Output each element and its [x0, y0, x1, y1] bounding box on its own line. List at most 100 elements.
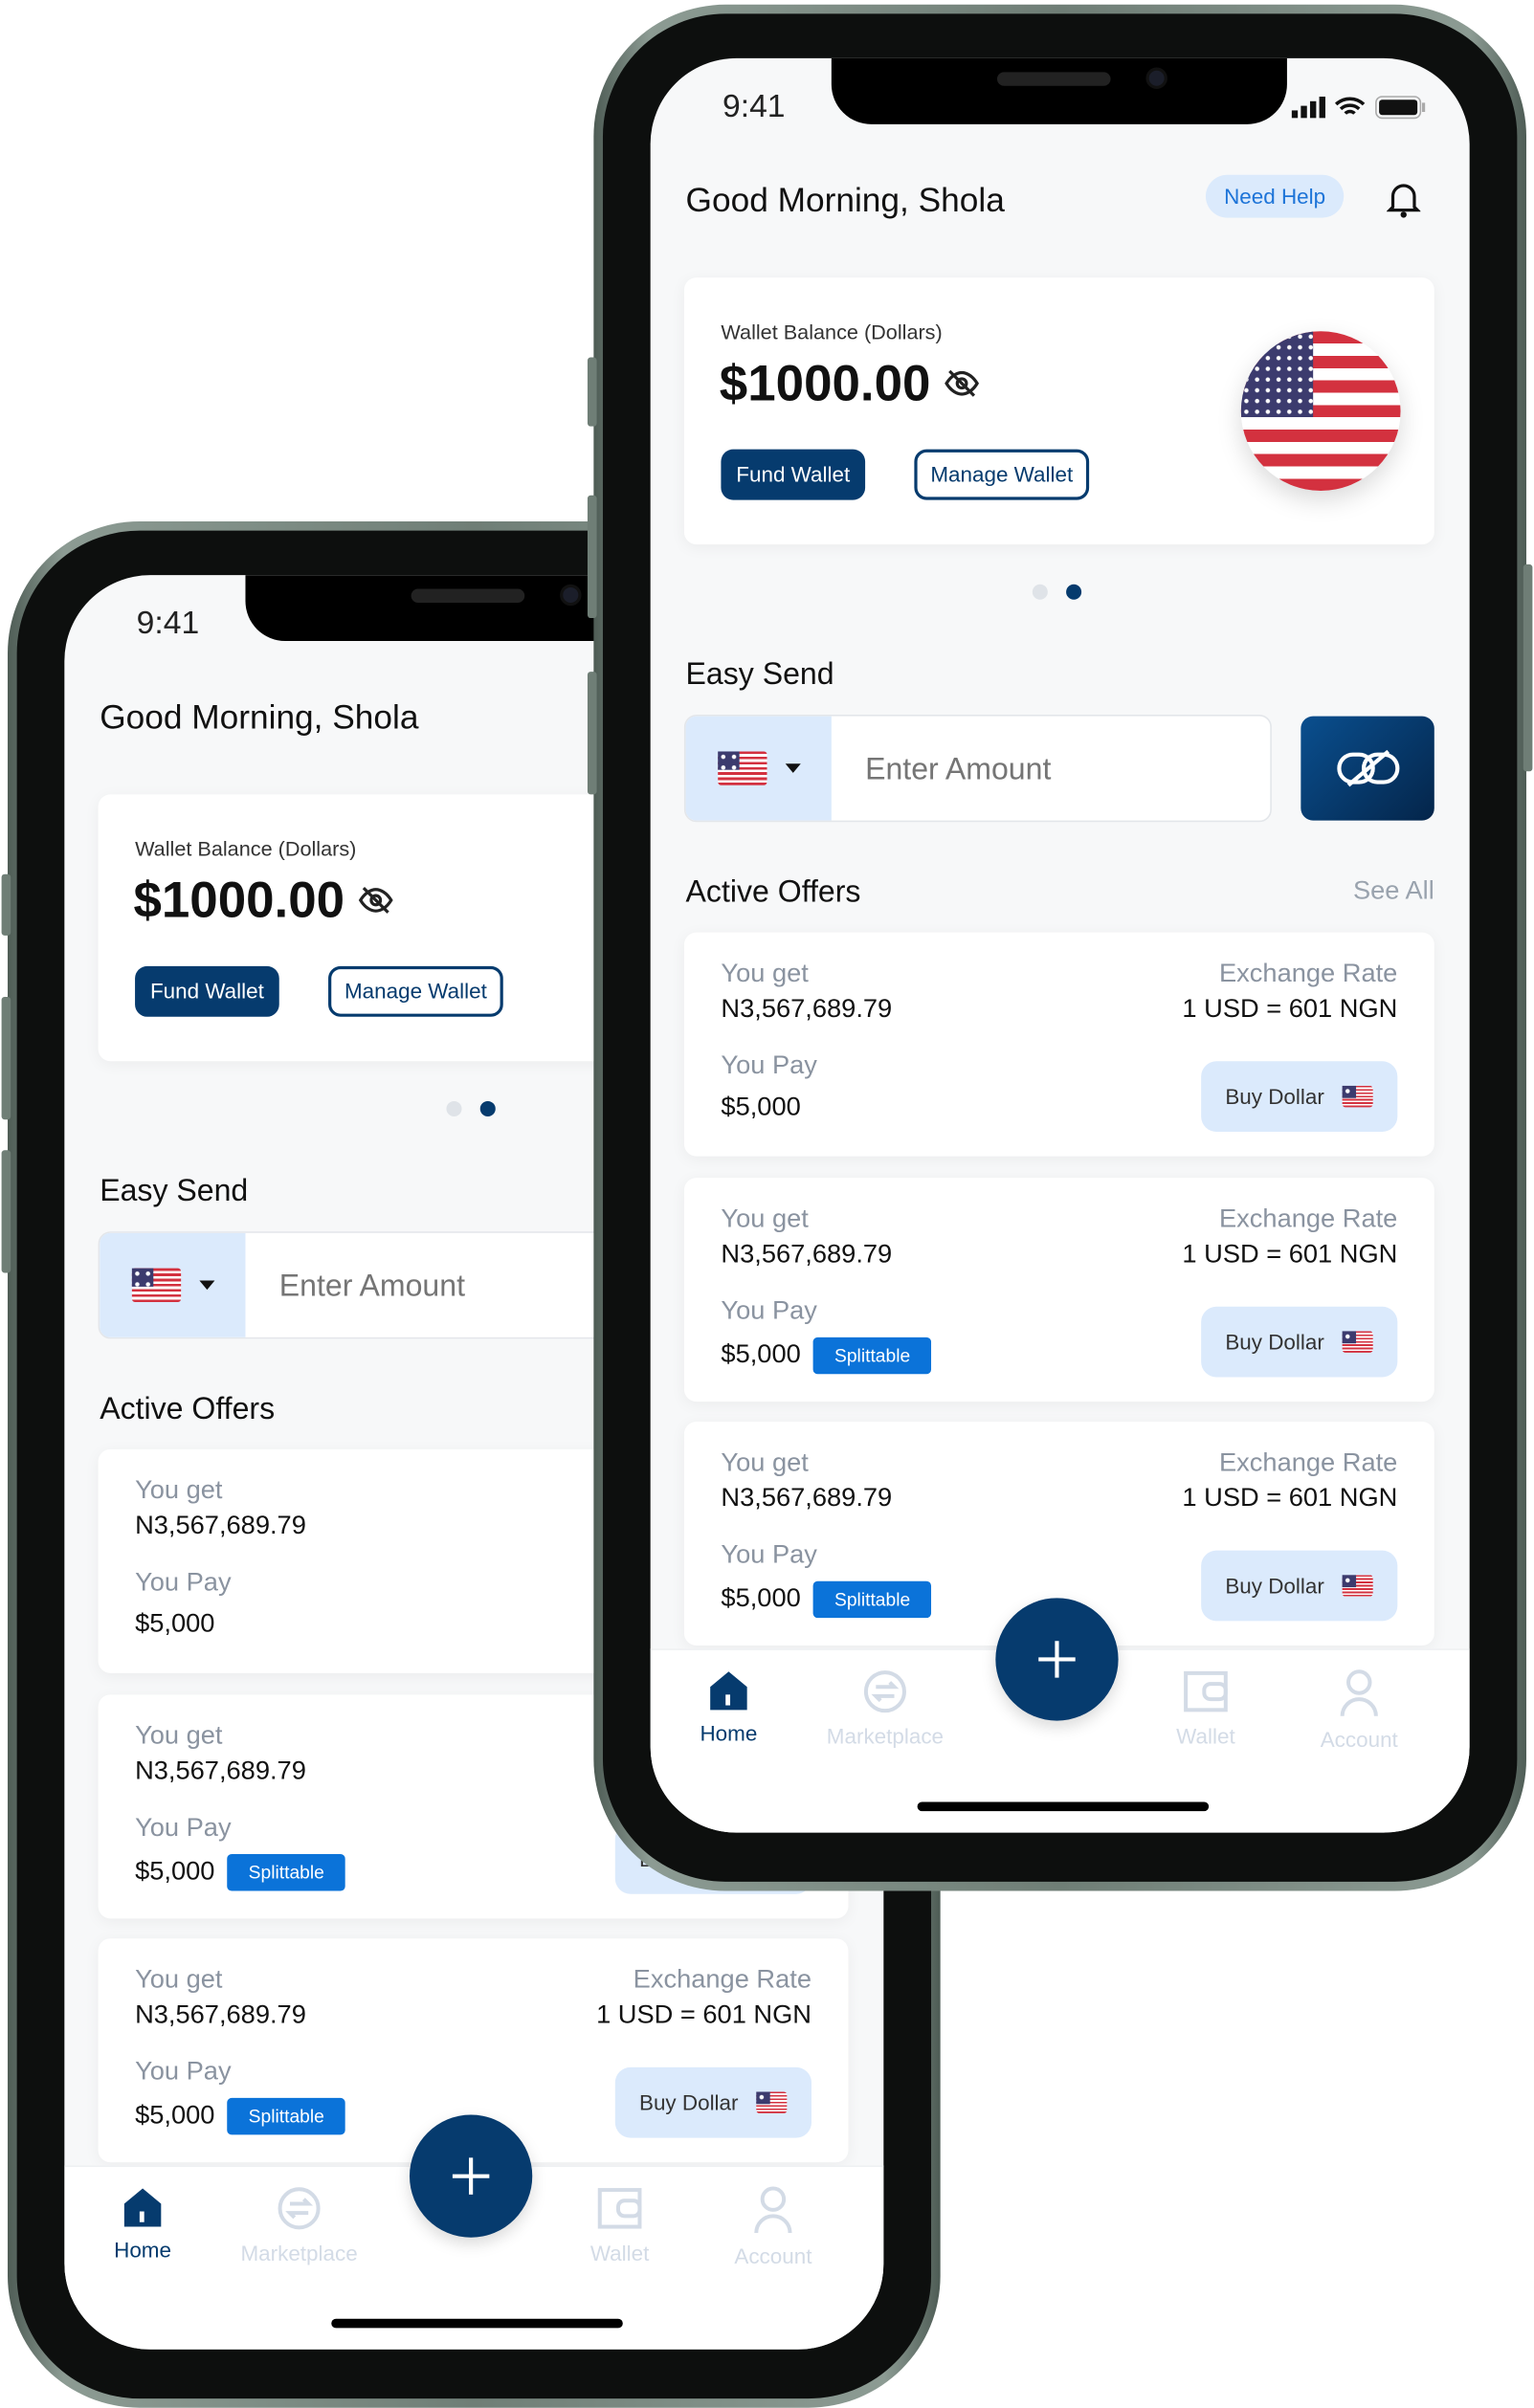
add-button[interactable]	[995, 1598, 1119, 1721]
battery-icon	[1375, 96, 1426, 120]
splittable-badge: Splittable	[227, 2097, 346, 2135]
carousel-dots[interactable]	[446, 1100, 496, 1116]
us-flag-icon	[131, 1268, 181, 1302]
plus-icon	[1038, 1641, 1076, 1678]
nav-label: Marketplace	[826, 1723, 945, 1749]
offer-card: You get N3,567,689.79 You Pay $5,000 Spli…	[683, 1178, 1434, 1403]
buy-dollar-button[interactable]: Buy Dollar	[1201, 1306, 1398, 1378]
exchange-rate-label: Exchange Rate	[1218, 958, 1398, 988]
carousel-dots[interactable]	[1032, 584, 1082, 600]
nav-wallet[interactable]: Wallet	[550, 2185, 688, 2265]
buy-dollar-button[interactable]: Buy Dollar	[1201, 1550, 1398, 1622]
balance-value: $1000.00	[719, 354, 931, 411]
link-icon	[1336, 749, 1399, 787]
you-pay-value: $5,000	[721, 1339, 801, 1369]
wallet-balance: $1000.00	[133, 872, 393, 930]
you-pay-label: You Pay	[135, 2056, 232, 2087]
you-pay-value: $5,000	[135, 1608, 215, 1639]
user-icon	[754, 2186, 792, 2234]
greeting: Good Morning, Shola	[100, 697, 419, 737]
carousel-dot-active[interactable]	[479, 1100, 496, 1116]
you-pay-label: You Pay	[135, 1567, 232, 1597]
us-flag-icon	[717, 751, 767, 785]
you-pay-row: $5,000 Splittable	[135, 1854, 346, 1891]
us-flag-icon	[1240, 331, 1401, 491]
wifi-icon	[1334, 97, 1366, 115]
nav-wallet[interactable]: Wallet	[1137, 1668, 1275, 1748]
active-offers-title: Active Offers	[685, 875, 861, 910]
nav-marketplace[interactable]: Marketplace	[230, 2185, 367, 2265]
you-pay-label: You Pay	[721, 1295, 817, 1325]
you-get-value: N3,567,689.79	[721, 993, 893, 1024]
you-get-label: You get	[135, 1964, 223, 1994]
plus-icon	[452, 2157, 490, 2195]
link-button[interactable]	[1301, 716, 1434, 821]
buy-dollar-button[interactable]: Buy Dollar	[614, 2066, 811, 2138]
eye-off-icon[interactable]	[357, 885, 393, 916]
signal-icon	[1291, 96, 1325, 119]
add-button[interactable]	[410, 2114, 533, 2238]
nav-label: Account	[1320, 1726, 1398, 1752]
wallet-label: Wallet Balance (Dollars)	[721, 320, 943, 344]
status-time: 9:41	[723, 88, 786, 124]
you-get-label: You get	[721, 1447, 809, 1477]
home-icon	[710, 1671, 747, 1711]
nav-marketplace[interactable]: Marketplace	[816, 1668, 954, 1748]
buy-dollar-button[interactable]: Buy Dollar	[1201, 1061, 1398, 1133]
us-flag-icon	[756, 2091, 788, 2113]
buy-dollar-label: Buy Dollar	[1225, 1084, 1324, 1109]
fund-wallet-button[interactable]: Fund Wallet	[721, 449, 866, 500]
exchange-rate-value: 1 USD = 601 NGN	[1182, 993, 1398, 1024]
bell-icon[interactable]	[1387, 180, 1421, 220]
you-pay-row: $5,000	[721, 1092, 800, 1122]
nav-label: Wallet	[1176, 1723, 1235, 1749]
greeting: Good Morning, Shola	[685, 181, 1005, 220]
you-get-value: N3,567,689.79	[721, 1483, 893, 1513]
currency-selector[interactable]	[685, 716, 832, 821]
exchange-rate-value: 1 USD = 601 NGN	[596, 1999, 811, 2029]
nav-home[interactable]: Home	[659, 1668, 797, 1745]
you-pay-label: You Pay	[135, 1812, 232, 1843]
buy-dollar-label: Buy Dollar	[638, 2089, 739, 2115]
nav-home[interactable]: Home	[74, 2185, 211, 2262]
nav-account[interactable]: Account	[704, 2185, 842, 2268]
nav-label: Marketplace	[240, 2240, 358, 2265]
wallet-icon	[597, 2188, 642, 2229]
home-indicator	[917, 1801, 1210, 1812]
caret-down-icon	[198, 1280, 214, 1291]
exchange-rate-value: 1 USD = 601 NGN	[1182, 1483, 1398, 1513]
you-get-label: You get	[721, 1204, 809, 1233]
phone-front: 9:41 Good Morning, Shola Need Help Walle…	[587, 4, 1533, 1891]
amount-input[interactable]	[865, 753, 1249, 788]
carousel-dot[interactable]	[446, 1100, 462, 1116]
exchange-rate-label: Exchange Rate	[633, 1964, 811, 1994]
exchange-icon	[278, 2187, 321, 2230]
manage-wallet-button[interactable]: Manage Wallet	[914, 449, 1090, 500]
status-icons	[1291, 95, 1427, 120]
easy-send-title: Easy Send	[100, 1174, 249, 1209]
exchange-icon	[863, 1670, 906, 1713]
splittable-badge: Splittable	[812, 1580, 932, 1619]
carousel-dot[interactable]	[1032, 584, 1048, 600]
you-pay-value: $5,000	[721, 1583, 801, 1613]
fund-wallet-button[interactable]: Fund Wallet	[135, 965, 279, 1017]
nav-label: Account	[734, 2243, 812, 2268]
home-icon	[123, 2188, 162, 2227]
you-get-label: You get	[135, 1475, 223, 1505]
you-get-value: N3,567,689.79	[135, 1756, 306, 1785]
nav-account[interactable]: Account	[1290, 1668, 1428, 1752]
see-all-link[interactable]: See All	[1353, 875, 1434, 906]
active-offers-title: Active Offers	[100, 1392, 276, 1426]
wallet-label: Wallet Balance (Dollars)	[135, 837, 357, 861]
carousel-dot-active[interactable]	[1066, 584, 1082, 600]
status-time: 9:41	[136, 606, 200, 642]
eye-off-icon[interactable]	[943, 368, 979, 399]
currency-selector[interactable]	[100, 1232, 246, 1337]
you-pay-row: $5,000 Splittable	[721, 1580, 932, 1619]
manage-wallet-button[interactable]: Manage Wallet	[328, 965, 503, 1017]
you-get-value: N3,567,689.79	[721, 1239, 893, 1269]
need-help-button[interactable]: Need Help	[1205, 174, 1345, 218]
you-get-value: N3,567,689.79	[135, 1510, 306, 1540]
exchange-rate-label: Exchange Rate	[1218, 1447, 1398, 1477]
caret-down-icon	[784, 763, 800, 773]
